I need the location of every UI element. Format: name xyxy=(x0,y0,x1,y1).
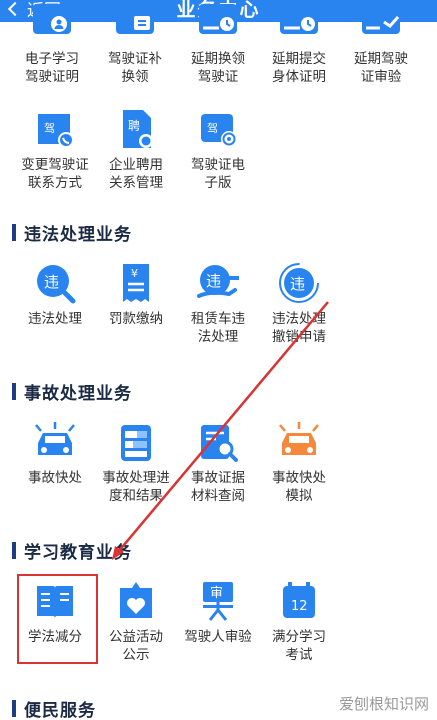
watermark: 爱刨根知识网 xyxy=(338,695,429,713)
annotation-arrow xyxy=(112,301,329,560)
